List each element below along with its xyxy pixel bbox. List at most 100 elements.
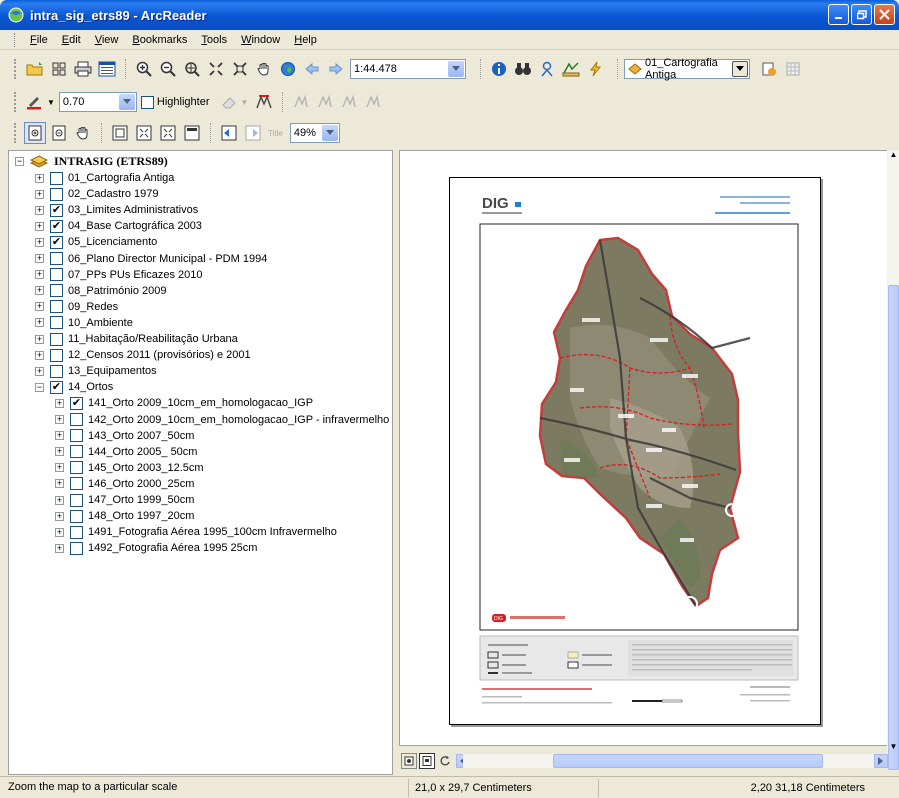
pen-dropdown-arrow[interactable]: ▼ <box>47 98 55 107</box>
zoom-whole-page-button[interactable] <box>109 122 131 144</box>
toc-root-node[interactable]: − INTRASIG (ETRS89) <box>15 153 168 169</box>
expand-icon[interactable]: + <box>55 463 64 473</box>
back-extent-button[interactable] <box>301 58 323 80</box>
toc-layer-row[interactable]: +1491_Fotografia Aérea 1995_100cm Infrav… <box>55 524 337 540</box>
layout-horizontal-scrollbar[interactable] <box>463 754 887 768</box>
data-view-button[interactable] <box>401 753 417 769</box>
toc-layer-row[interactable]: +142_Orto 2009_10cm_em_homologacao_IGP -… <box>55 412 389 428</box>
pan-button[interactable] <box>253 58 275 80</box>
layer-visibility-checkbox[interactable] <box>50 332 63 346</box>
expand-icon[interactable]: + <box>35 270 44 280</box>
fixed-zoom-in-page-button[interactable] <box>133 122 155 144</box>
ink-tool-1-button[interactable] <box>290 91 312 113</box>
clear-ink-button[interactable] <box>253 91 275 113</box>
layer-visibility-checkbox[interactable] <box>70 525 83 539</box>
menu-help[interactable]: Help <box>287 34 324 46</box>
close-button[interactable] <box>874 4 895 25</box>
menu-tools[interactable]: Tools <box>194 34 234 46</box>
scroll-right-button[interactable] <box>874 754 888 768</box>
layout-pan-button[interactable] <box>72 122 94 144</box>
toc-layer-row[interactable]: + ✔ 04_Base Cartográfica 2003 <box>35 218 202 234</box>
chevron-down-icon[interactable] <box>118 94 135 110</box>
expand-icon[interactable]: + <box>35 254 44 263</box>
layout-zoom-percent-combo[interactable]: 49% <box>289 123 340 143</box>
zoom-in-button[interactable] <box>133 58 155 80</box>
expand-icon[interactable]: + <box>35 286 44 296</box>
highlighter-checkbox[interactable] <box>140 95 154 109</box>
expand-icon[interactable]: + <box>55 479 64 489</box>
expand-icon[interactable]: + <box>35 189 44 199</box>
toc-layer-row[interactable]: − ✔ 14_Ortos <box>35 379 113 395</box>
layer-visibility-checkbox[interactable] <box>50 300 63 314</box>
chevron-down-icon[interactable] <box>448 61 464 77</box>
layer-visibility-checkbox[interactable] <box>70 477 83 491</box>
expand-icon[interactable]: + <box>35 350 44 360</box>
toc-layer-row[interactable]: +13_Equipamentos <box>35 363 157 379</box>
toc-layer-row[interactable]: +146_Orto 2000_25cm <box>55 476 194 492</box>
toc-layer-row[interactable]: +145_Orto 2003_12.5cm <box>55 460 204 476</box>
layer-visibility-checkbox[interactable]: ✔ <box>50 380 63 394</box>
toc-layer-row[interactable]: + ✔ 05_Licenciamento <box>35 234 157 250</box>
ink-tool-2-button[interactable] <box>314 91 336 113</box>
layout-zoom-out-button[interactable] <box>48 122 70 144</box>
toc-layer-row[interactable]: + ✔ 141_Orto 2009_10cm_em_homologacao_IGP <box>55 395 313 411</box>
expand-icon[interactable]: + <box>35 221 44 231</box>
layer-visibility-checkbox[interactable] <box>50 187 63 201</box>
layer-visibility-checkbox[interactable] <box>50 316 63 330</box>
next-extent-page-button[interactable] <box>242 122 264 144</box>
expand-icon[interactable]: + <box>55 543 64 553</box>
layer-visibility-checkbox[interactable] <box>50 252 63 265</box>
toc-layer-row[interactable]: +12_Censos 2011 (provisórios) e 2001 <box>35 347 251 363</box>
toc-layer-row[interactable]: +11_Habitação/Reabilitação Urbana <box>35 331 238 347</box>
layer-visibility-checkbox[interactable] <box>50 268 63 282</box>
find-button[interactable] <box>512 58 534 80</box>
table-of-contents-button[interactable] <box>96 58 118 80</box>
toc-layer-row[interactable]: +09_Redes <box>35 299 118 315</box>
previous-extent-page-button[interactable] <box>218 122 240 144</box>
expand-icon[interactable]: + <box>35 237 44 247</box>
collapse-icon[interactable]: − <box>15 156 24 166</box>
restore-button[interactable] <box>851 4 872 25</box>
toolbar-grip[interactable] <box>14 123 17 143</box>
expand-icon[interactable]: + <box>55 415 64 424</box>
map-scale-combo[interactable]: 1:44.478 <box>350 59 466 79</box>
layout-vertical-scrollbar[interactable]: ▲ ▼ <box>887 150 899 770</box>
expand-icon[interactable]: + <box>55 398 64 408</box>
find-route-button[interactable] <box>536 58 558 80</box>
layer-visibility-checkbox[interactable] <box>70 509 83 523</box>
toc-layer-row[interactable]: +10_Ambiente <box>35 315 133 331</box>
print-button[interactable] <box>72 58 94 80</box>
expand-icon[interactable]: + <box>35 173 44 183</box>
fixed-zoom-in-button[interactable] <box>205 58 227 80</box>
menu-edit[interactable]: Edit <box>55 34 88 46</box>
ink-tool-4-button[interactable] <box>362 91 384 113</box>
pen-tool-button[interactable] <box>24 91 46 113</box>
layer-table-button[interactable] <box>782 58 804 80</box>
expand-icon[interactable]: + <box>35 318 44 328</box>
horizontal-scroll-thumb[interactable] <box>553 754 823 768</box>
hyperlink-button[interactable] <box>584 58 606 80</box>
identify-button[interactable] <box>488 58 510 80</box>
toc-layer-row[interactable]: +06_Plano Director Municipal - PDM 1994 <box>35 251 267 267</box>
layer-properties-button[interactable] <box>758 58 780 80</box>
fixed-zoom-out-page-button[interactable] <box>157 122 179 144</box>
layer-visibility-checkbox[interactable] <box>50 364 63 378</box>
toc-layer-row[interactable]: +08_Património 2009 <box>35 283 166 299</box>
toc-layer-row[interactable]: +148_Orto 1997_20cm <box>55 508 194 524</box>
forward-extent-button[interactable] <box>325 58 347 80</box>
expand-icon[interactable]: + <box>55 527 64 537</box>
collapse-icon[interactable]: − <box>35 382 44 392</box>
ink-tool-3-button[interactable] <box>338 91 360 113</box>
toc-layer-row[interactable]: +07_PPs PUs Eficazes 2010 <box>35 267 203 283</box>
expand-icon[interactable]: + <box>55 447 64 457</box>
glossary-button[interactable] <box>48 58 70 80</box>
layer-visibility-checkbox[interactable] <box>70 413 83 426</box>
active-layer-combo[interactable]: 01_Cartografia Antiga <box>624 57 750 81</box>
layer-visibility-checkbox[interactable] <box>50 348 63 362</box>
menu-view[interactable]: View <box>88 34 126 46</box>
expand-icon[interactable]: + <box>35 334 44 344</box>
minimize-button[interactable] <box>828 4 849 25</box>
menu-bookmarks[interactable]: Bookmarks <box>125 34 194 46</box>
continuous-zoom-button[interactable] <box>181 58 203 80</box>
toc-layer-row[interactable]: +02_Cadastro 1979 <box>35 186 159 202</box>
